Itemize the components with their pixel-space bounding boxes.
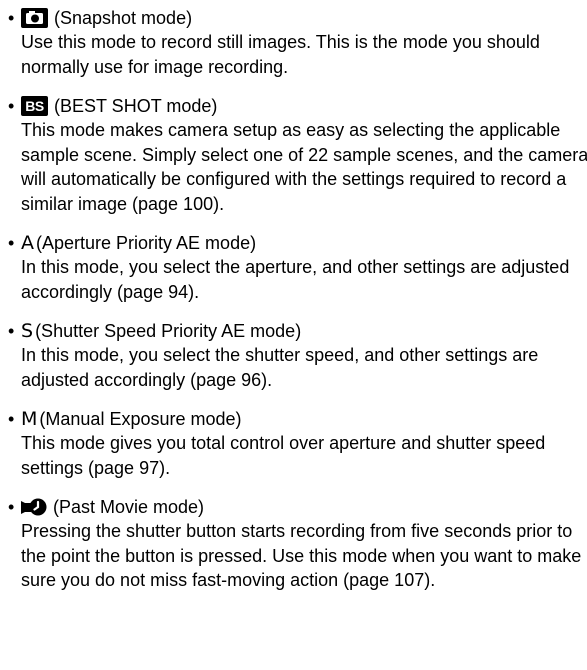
item-label: (Manual Exposure mode) bbox=[39, 409, 242, 429]
item-label: (Shutter Speed Priority AE mode) bbox=[35, 321, 302, 341]
item-description: This mode gives you total control over a… bbox=[21, 433, 546, 478]
bullet: • bbox=[8, 96, 15, 116]
item-description: Pressing the shutter button starts recor… bbox=[21, 521, 582, 590]
item-heading: • (Past Movie mode) bbox=[8, 495, 587, 519]
item-heading: • BS (BEST SHOT mode) bbox=[8, 94, 587, 118]
list-item-shutter-priority-mode: • S (Shutter Speed Priority AE mode) In … bbox=[8, 319, 587, 392]
item-label: (BEST SHOT mode) bbox=[54, 96, 218, 116]
list-item-snapshot-mode: • (Snapshot mode) Use this mode to recor… bbox=[8, 6, 587, 79]
item-heading: • S (Shutter Speed Priority AE mode) bbox=[8, 319, 587, 343]
manual-letter-icon: M bbox=[21, 408, 38, 430]
aperture-letter-icon: A bbox=[21, 232, 34, 254]
item-label: (Snapshot mode) bbox=[54, 8, 193, 28]
list-item-past-movie-mode: • (Past Movie mode) Pressing the shutter… bbox=[8, 495, 587, 593]
list-item-aperture-priority-mode: • A (Aperture Priority AE mode) In this … bbox=[8, 231, 587, 304]
item-description: This mode makes camera setup as easy as … bbox=[21, 120, 587, 214]
item-label: (Past Movie mode) bbox=[53, 497, 205, 517]
item-label: (Aperture Priority AE mode) bbox=[36, 233, 257, 253]
shutter-letter-icon: S bbox=[21, 320, 34, 342]
bullet: • bbox=[8, 8, 15, 28]
mode-list: • (Snapshot mode) Use this mode to recor… bbox=[0, 0, 587, 670]
item-description: In this mode, you select the shutter spe… bbox=[21, 345, 539, 390]
item-description: Use this mode to record still images. Th… bbox=[21, 32, 540, 77]
past-movie-icon bbox=[21, 497, 47, 517]
camera-icon bbox=[21, 8, 48, 28]
list-item-best-shot-mode: • BS (BEST SHOT mode) This mode makes ca… bbox=[8, 94, 587, 216]
item-description: In this mode, you select the aperture, a… bbox=[21, 257, 570, 302]
bullet: • bbox=[8, 321, 15, 341]
bullet: • bbox=[8, 497, 15, 517]
list-item-manual-exposure-mode: • M (Manual Exposure mode) This mode giv… bbox=[8, 407, 587, 480]
bullet: • bbox=[8, 409, 15, 429]
item-heading: • (Snapshot mode) bbox=[8, 6, 587, 30]
item-heading: • M (Manual Exposure mode) bbox=[8, 407, 587, 431]
best-shot-icon: BS bbox=[21, 96, 48, 116]
item-heading: • A (Aperture Priority AE mode) bbox=[8, 231, 587, 255]
bullet: • bbox=[8, 233, 15, 253]
